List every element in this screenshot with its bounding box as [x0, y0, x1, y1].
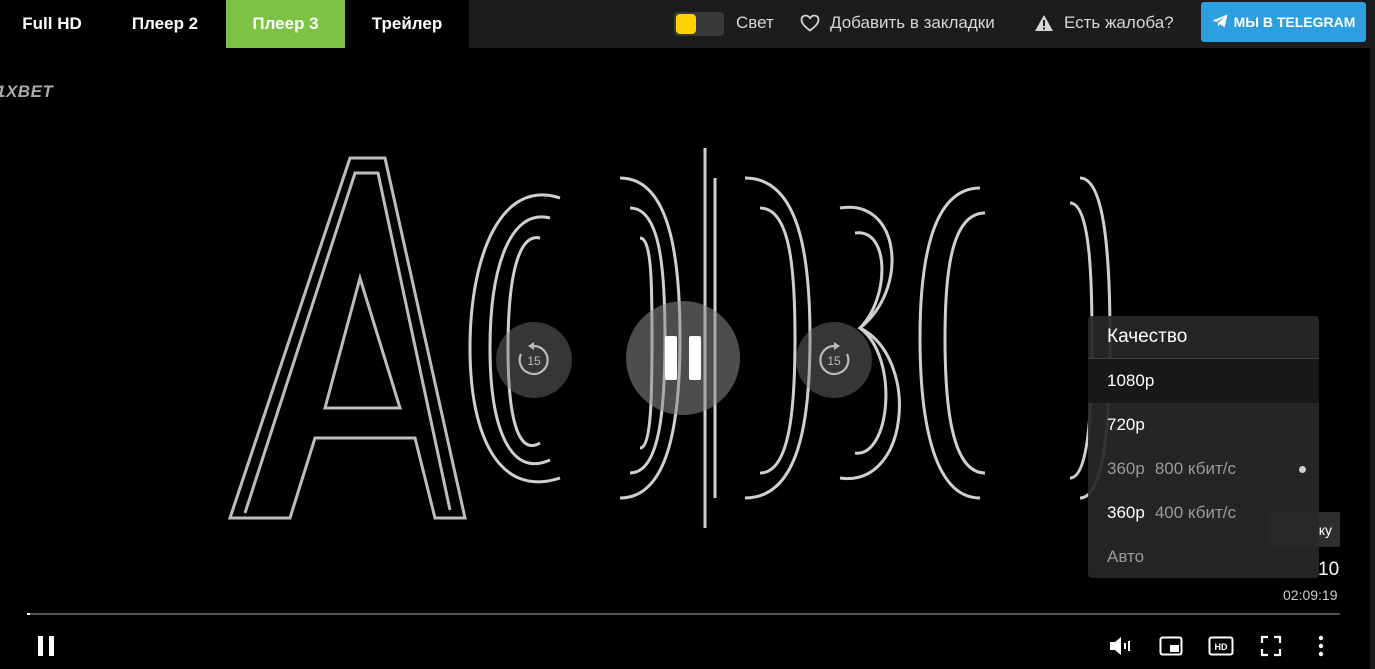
quality-menu: Качество 1080p 720p 360p 800 кбит/с 360p…: [1088, 316, 1319, 578]
quality-option-360p-800[interactable]: 360p 800 кбит/с: [1088, 447, 1319, 491]
light-label-text: Свет: [736, 13, 774, 32]
telegram-icon: [1212, 14, 1228, 31]
quality-option-label: 360p: [1107, 503, 1145, 522]
telegram-button[interactable]: МЫ В TELEGRAM: [1201, 2, 1366, 42]
hd-button[interactable]: HD: [1206, 631, 1236, 661]
progress-bar[interactable]: [27, 613, 1340, 615]
pip-button[interactable]: [1156, 631, 1186, 661]
light-toggle-knob: [676, 14, 696, 34]
quality-option-1080p[interactable]: 1080p: [1088, 359, 1319, 403]
rewind-icon: 15: [518, 342, 549, 376]
telegram-label: МЫ В TELEGRAM: [1233, 14, 1356, 30]
light-label[interactable]: Свет: [736, 13, 774, 33]
fullscreen-icon: [1260, 635, 1282, 657]
svg-text:HD: HD: [1215, 642, 1228, 652]
hd-icon: HD: [1208, 636, 1234, 656]
page-scrollbar[interactable]: [1370, 48, 1375, 669]
quality-menu-title: Качество: [1088, 316, 1319, 359]
quality-option-bitrate: 400 кбит/с: [1154, 503, 1236, 522]
forward-15-button[interactable]: 15: [796, 322, 872, 398]
pause-button[interactable]: [31, 631, 61, 661]
quality-option-auto[interactable]: Авто: [1088, 535, 1319, 578]
selected-dot-icon: [1299, 466, 1306, 473]
more-options-button[interactable]: [1306, 631, 1336, 661]
volume-button[interactable]: [1106, 631, 1136, 661]
fullscreen-button[interactable]: [1256, 631, 1286, 661]
control-bar: HD: [0, 623, 1370, 669]
light-toggle[interactable]: [674, 12, 724, 36]
watermark-logo: 1XBET: [0, 82, 54, 101]
rewind-15-button[interactable]: 15: [496, 322, 572, 398]
quality-option-label: 720p: [1107, 415, 1145, 434]
big-pause-button[interactable]: [626, 301, 740, 415]
quality-option-label: 1080p: [1107, 371, 1155, 390]
rewind-seconds: 15: [527, 354, 541, 368]
current-time: 10: [1318, 559, 1340, 580]
progress-fill: [27, 613, 30, 615]
forward-seconds: 15: [827, 354, 841, 368]
tab-trailer[interactable]: Трейлер: [345, 0, 469, 48]
quality-option-bitrate: 800 кбит/с: [1154, 459, 1236, 478]
warning-icon: [1034, 14, 1054, 32]
complaint-link[interactable]: Есть жалоба?: [1034, 13, 1174, 33]
bookmark-link[interactable]: Добавить в закладки: [800, 13, 995, 33]
tab-full-hd[interactable]: Full HD: [0, 0, 104, 48]
tooltip-text: ку: [1318, 521, 1332, 538]
quality-option-720p[interactable]: 720p: [1088, 403, 1319, 447]
picture-in-picture-icon: [1159, 636, 1183, 656]
complaint-label: Есть жалоба?: [1064, 13, 1174, 32]
tab-player-3[interactable]: Плеер 3: [226, 0, 345, 48]
quality-option-label: Авто: [1107, 547, 1145, 566]
forward-icon: 15: [819, 342, 850, 376]
bookmark-label: Добавить в закладки: [830, 13, 995, 32]
tab-player-2[interactable]: Плеер 2: [104, 0, 226, 48]
volume-icon: [1110, 637, 1130, 655]
video-player[interactable]: 1XBET 15 15 ку Качество 1080p 720p 360p …: [0, 48, 1370, 669]
more-vertical-icon: [1318, 635, 1324, 657]
pause-icon: [38, 636, 54, 656]
heart-icon: [800, 14, 820, 32]
quality-option-label: 360p: [1107, 459, 1145, 478]
pause-icon: [659, 336, 707, 380]
total-time: 02:09:19: [1283, 587, 1338, 603]
quality-option-360p-400[interactable]: 360p 400 кбит/с: [1088, 491, 1319, 535]
